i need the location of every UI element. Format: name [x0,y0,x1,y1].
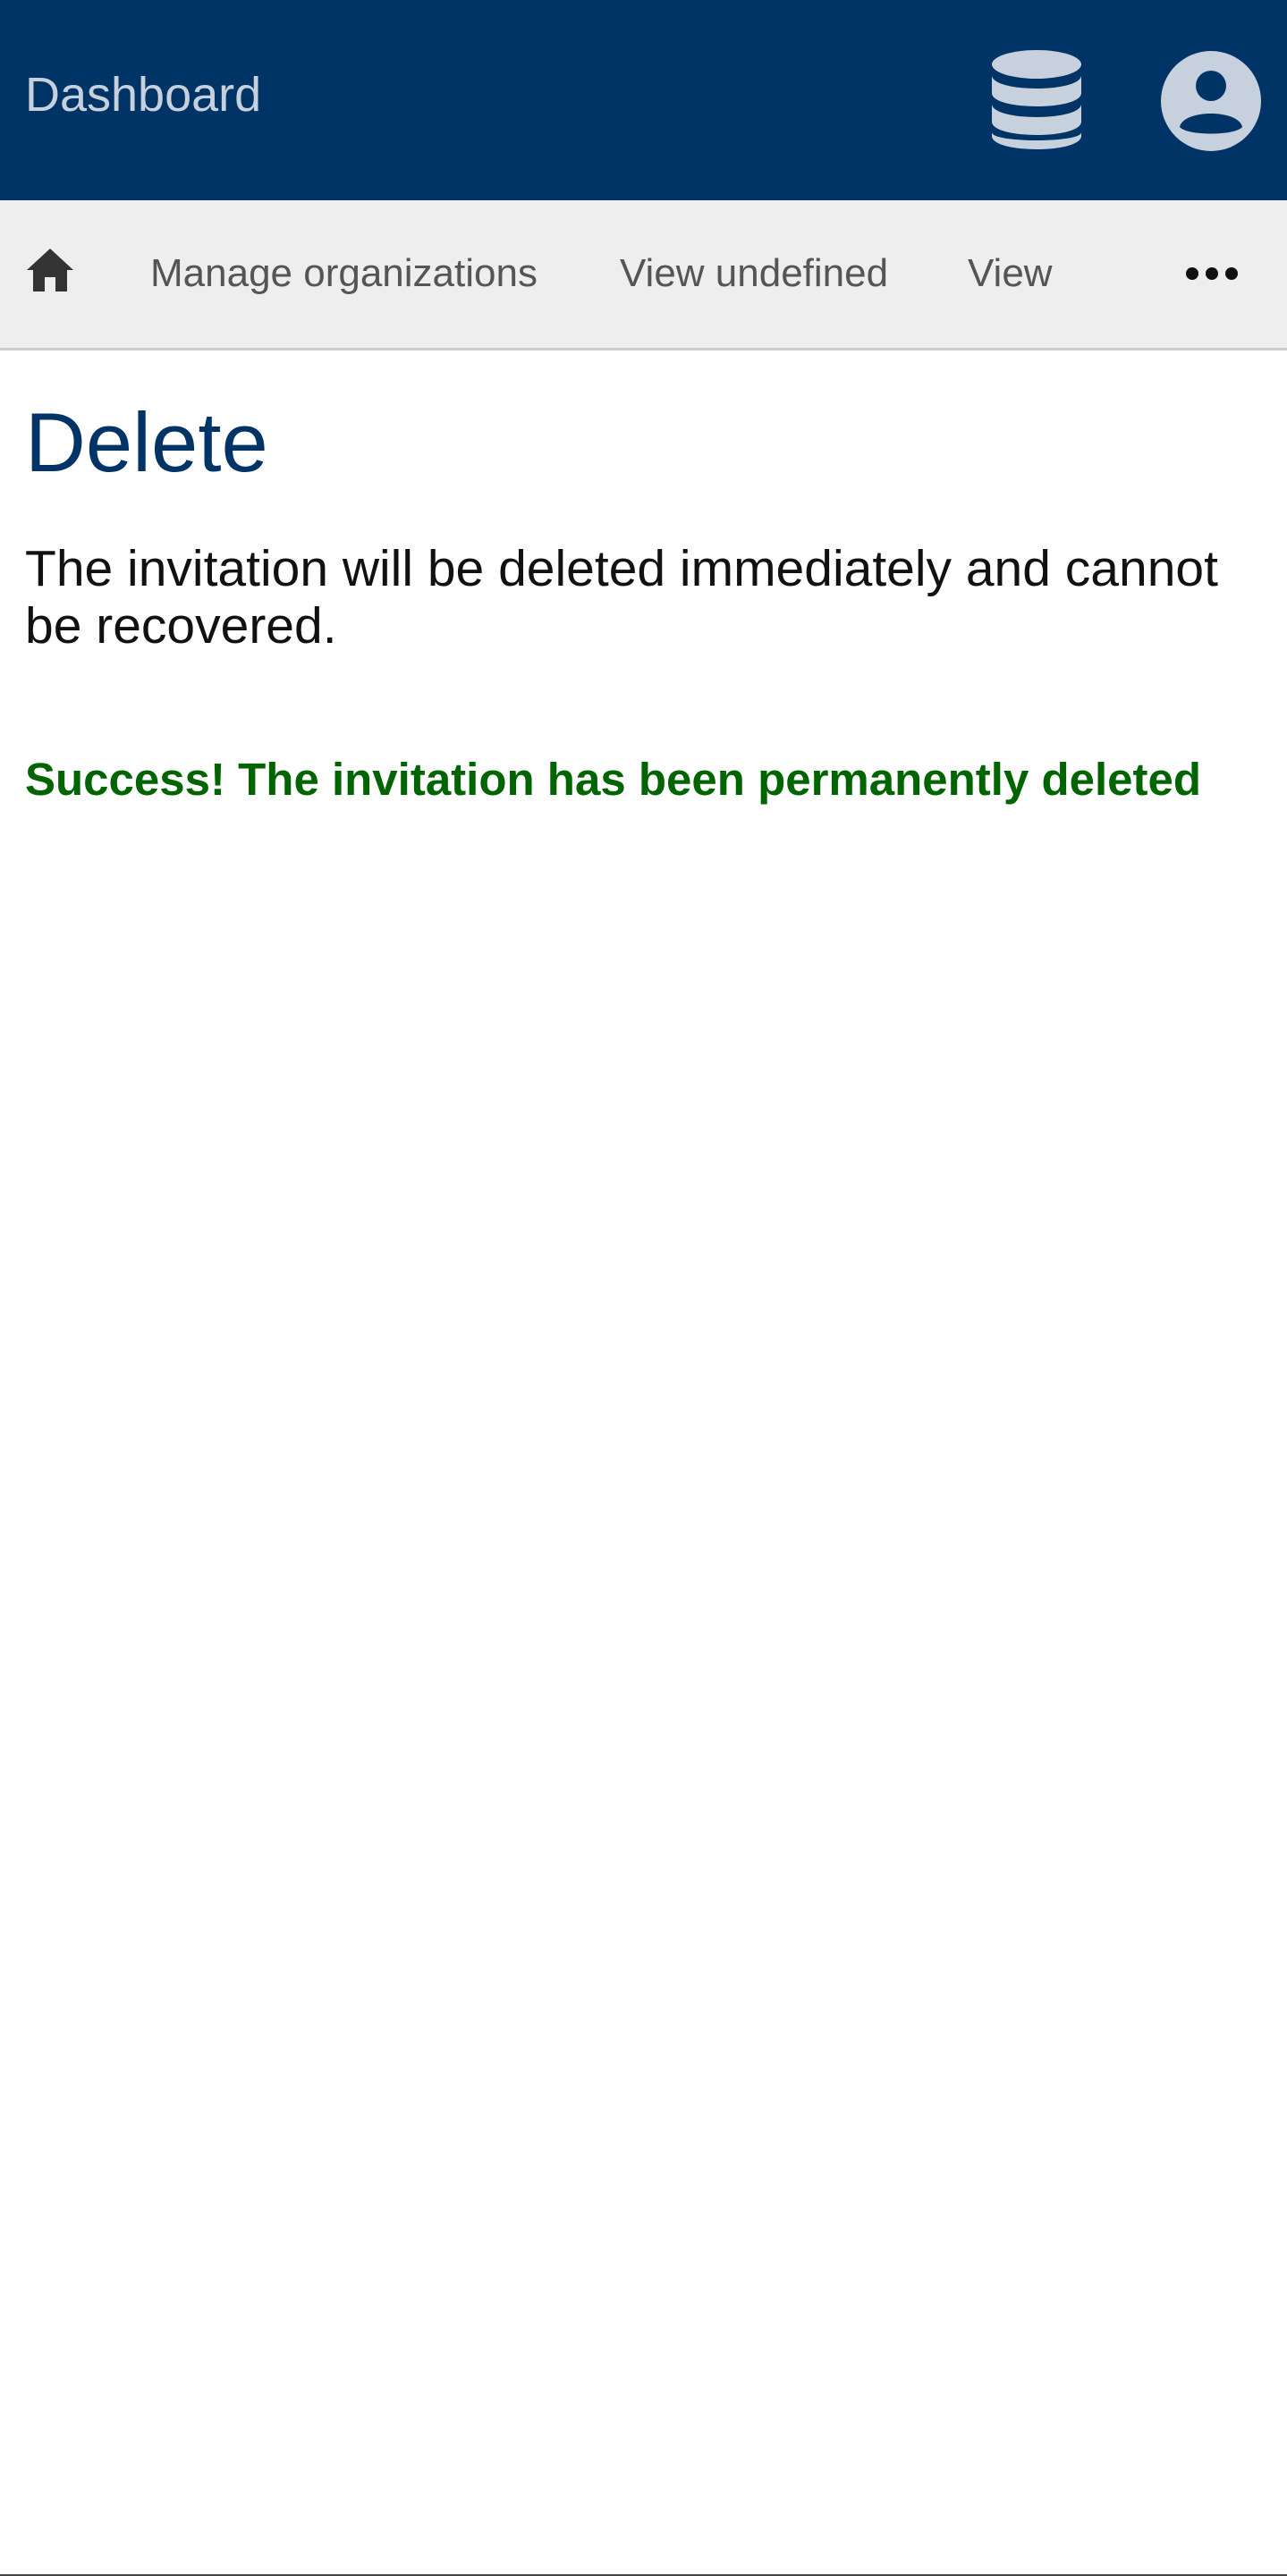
more-horizontal-icon[interactable] [1185,265,1239,283]
delete-description: The invitation will be deleted immediate… [25,540,1218,655]
nav-item-view[interactable]: View [968,251,1053,296]
nav-item-manage-organizations[interactable]: Manage organizations [150,251,538,296]
app-header: Dashboard [0,0,1287,200]
secondary-nav: Manage organizations View undefined View [0,200,1287,351]
database-icon[interactable] [987,48,1086,152]
page-title: Delete [25,395,268,489]
home-icon[interactable] [25,247,75,293]
dashboard-link[interactable]: Dashboard [25,68,261,122]
user-account-icon[interactable] [1160,50,1262,152]
success-message: Success! The invitation has been permane… [25,754,1202,805]
nav-item-view-undefined[interactable]: View undefined [620,251,888,296]
